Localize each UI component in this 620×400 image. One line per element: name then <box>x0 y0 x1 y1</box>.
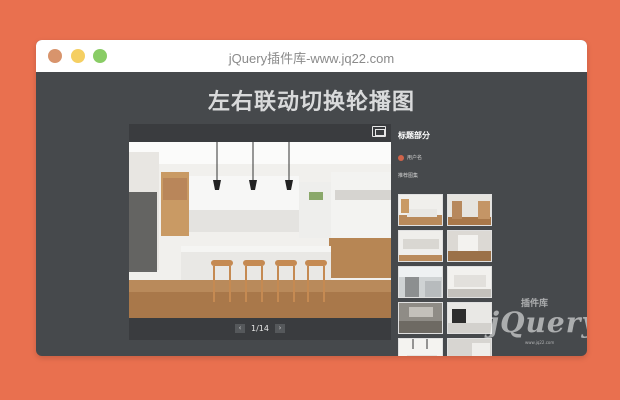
viewer-toolbar <box>129 124 391 142</box>
thumbnail[interactable] <box>447 266 492 298</box>
thumbnail[interactable] <box>447 230 492 262</box>
fullscreen-icon[interactable] <box>372 126 386 137</box>
page-counter: 1/14 <box>251 323 269 333</box>
avatar <box>398 154 404 161</box>
author-row[interactable]: 用户名 <box>398 154 498 161</box>
author-name: 用户名 <box>407 155 423 161</box>
page-title: 左右联动切换轮播图 <box>207 90 415 115</box>
browser-window: jQuery插件库-www.jq22.com 左右联动切换轮播图 ‹ 1/14 … <box>36 40 587 356</box>
recommend-label: 推荐图集 <box>398 173 419 179</box>
main-slider: ‹ 1/14 › <box>129 124 391 340</box>
thumbnail[interactable] <box>398 338 443 356</box>
slider-pager: ‹ 1/14 › <box>129 318 391 338</box>
thumbnail[interactable] <box>447 194 492 226</box>
watermark-brand: jQuery <box>489 306 587 339</box>
thumbnail[interactable] <box>398 194 443 226</box>
prev-button[interactable]: ‹ <box>235 323 246 333</box>
browser-titlebar: jQuery插件库-www.jq22.com <box>36 40 587 72</box>
watermark-url: www.jq22.com <box>525 340 555 345</box>
page-content: 左右联动切换轮播图 ‹ 1/14 › 标题部分 用户名 推荐图集 插件库 jQu… <box>36 72 587 356</box>
thumbnail[interactable] <box>398 230 443 262</box>
next-button[interactable]: › <box>274 323 285 333</box>
thumbnail[interactable] <box>398 266 443 298</box>
browser-title: jQuery插件库-www.jq22.com <box>228 51 395 66</box>
thumbnail[interactable] <box>398 302 443 334</box>
watermark-logo: 插件库 jQuery www.jq22.com <box>463 296 587 350</box>
kitchen-photo <box>129 142 391 318</box>
panel-title: 标题部分 <box>398 131 430 140</box>
main-slide-image[interactable] <box>129 142 391 318</box>
info-panel: 标题部分 用户名 推荐图集 <box>398 124 498 179</box>
